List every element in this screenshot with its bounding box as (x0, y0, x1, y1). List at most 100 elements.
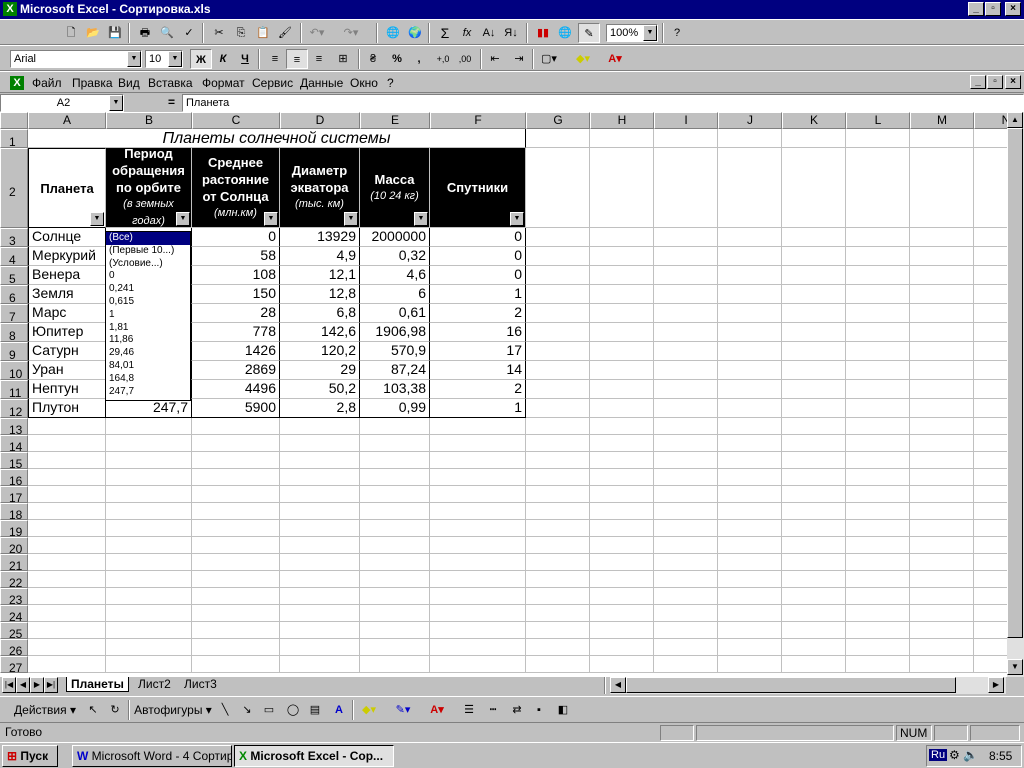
grid-cell[interactable] (360, 435, 430, 452)
format-painter-icon[interactable]: 🖌 (274, 23, 296, 43)
grid-cell[interactable] (654, 418, 718, 435)
hscroll-thumb[interactable] (626, 677, 956, 693)
data-cell[interactable]: 14 (430, 361, 526, 380)
sheet-tab-3[interactable]: Лист3 (180, 677, 221, 692)
grid-cell[interactable] (590, 399, 654, 418)
data-cell[interactable]: 6,8 (280, 304, 360, 323)
autofilter-button[interactable]: ▼ (344, 212, 358, 226)
row-header-6[interactable]: 6 (0, 285, 28, 305)
formula-input[interactable]: Планета (182, 94, 1024, 112)
grid-cell[interactable] (782, 228, 846, 247)
grid-cell[interactable] (106, 520, 192, 537)
grid-cell[interactable] (654, 520, 718, 537)
grid-cell[interactable] (910, 656, 974, 673)
grid-cell[interactable] (106, 656, 192, 673)
grid-cell[interactable] (590, 323, 654, 342)
data-cell[interactable]: 0 (430, 247, 526, 266)
grid-cell[interactable] (430, 503, 526, 520)
maximize-button[interactable]: ▫ (985, 2, 1001, 16)
grid-cell[interactable] (974, 639, 1007, 656)
arrow-style-icon[interactable]: ⇄ (506, 700, 528, 720)
grid-cell[interactable] (654, 588, 718, 605)
autofilter-button[interactable]: ▼ (90, 212, 104, 226)
grid-cell[interactable] (192, 503, 280, 520)
data-cell[interactable]: 1 (430, 285, 526, 304)
grid-cell[interactable] (846, 554, 910, 571)
grid-cell[interactable] (974, 452, 1007, 469)
grid-cell[interactable] (974, 537, 1007, 554)
row-header-11[interactable]: 11 (0, 380, 28, 400)
grid-cell[interactable] (526, 304, 590, 323)
grid-cell[interactable] (106, 435, 192, 452)
grid-cell[interactable] (974, 554, 1007, 571)
grid-cell[interactable] (590, 452, 654, 469)
grid-cell[interactable] (526, 588, 590, 605)
grid-cell[interactable] (782, 486, 846, 503)
select-objects-icon[interactable]: ↖ (82, 700, 104, 720)
paste-icon[interactable]: 📋 (252, 23, 274, 43)
doc-restore-button[interactable]: ▫ (987, 75, 1003, 89)
grid-cell[interactable] (590, 537, 654, 554)
grid-cell[interactable] (526, 228, 590, 247)
grid-cell[interactable] (846, 399, 910, 418)
excel-app-icon[interactable]: X (3, 2, 17, 16)
data-cell[interactable]: 142,6 (280, 323, 360, 342)
grid-cell[interactable] (846, 605, 910, 622)
grid-cell[interactable] (974, 266, 1007, 285)
data-cell[interactable]: 4496 (192, 380, 280, 399)
prev-sheet-icon[interactable]: ◀ (16, 677, 30, 693)
grid-cell[interactable] (526, 537, 590, 554)
grid-cell[interactable] (526, 622, 590, 639)
column-header-j[interactable]: J (718, 112, 782, 129)
row-header-1[interactable]: 1 (0, 129, 28, 149)
data-cell[interactable]: 0,99 (360, 399, 430, 418)
filter-option[interactable]: 1,81 (106, 322, 190, 335)
grid-cell[interactable] (590, 520, 654, 537)
grid-cell[interactable] (106, 469, 192, 486)
cut-icon[interactable]: ✂ (208, 23, 230, 43)
row-header-2[interactable]: 2 (0, 148, 28, 228)
font-color-icon[interactable]: A▾ (426, 700, 448, 720)
scroll-up-icon[interactable]: ▲ (1007, 112, 1023, 128)
grid-cell[interactable] (846, 571, 910, 588)
data-cell[interactable]: 12,8 (280, 285, 360, 304)
grid-cell[interactable] (654, 469, 718, 486)
menu-format[interactable]: Формат (202, 76, 245, 90)
grid-cell[interactable] (782, 247, 846, 266)
grid-cell[interactable] (846, 469, 910, 486)
grid-cell[interactable] (974, 148, 1007, 228)
grid-cell[interactable] (718, 247, 782, 266)
data-cell[interactable]: 120,2 (280, 342, 360, 361)
grid-cell[interactable] (846, 435, 910, 452)
menu-help[interactable]: ? (387, 76, 394, 90)
data-cell[interactable]: 570,9 (360, 342, 430, 361)
grid-cell[interactable] (654, 435, 718, 452)
data-cell[interactable]: 150 (192, 285, 280, 304)
grid-cell[interactable] (106, 622, 192, 639)
row-header-24[interactable]: 24 (0, 605, 28, 624)
grid-cell[interactable] (846, 418, 910, 435)
column-header-h[interactable]: H (590, 112, 654, 129)
grid-cell[interactable] (974, 588, 1007, 605)
data-cell[interactable]: Плутон (28, 399, 106, 418)
grid-cell[interactable] (718, 639, 782, 656)
grid-cell[interactable] (106, 571, 192, 588)
grid-cell[interactable] (590, 639, 654, 656)
free-rotate-icon[interactable]: ↻ (104, 700, 126, 720)
rectangle-icon[interactable]: ▭ (258, 700, 280, 720)
grid-cell[interactable] (280, 622, 360, 639)
grid-cell[interactable] (782, 639, 846, 656)
grid-cell[interactable] (782, 266, 846, 285)
grid-cell[interactable] (526, 605, 590, 622)
doc-minimize-button[interactable]: _ (970, 75, 986, 89)
grid-cell[interactable] (910, 380, 974, 399)
grid-cell[interactable] (846, 148, 910, 228)
grid-cell[interactable] (846, 639, 910, 656)
grid-cell[interactable] (910, 537, 974, 554)
grid-cell[interactable] (430, 469, 526, 486)
grid-cell[interactable] (974, 399, 1007, 418)
grid-cell[interactable] (654, 266, 718, 285)
row-header-23[interactable]: 23 (0, 588, 28, 607)
grid-cell[interactable] (846, 486, 910, 503)
grid-cell[interactable] (360, 554, 430, 571)
